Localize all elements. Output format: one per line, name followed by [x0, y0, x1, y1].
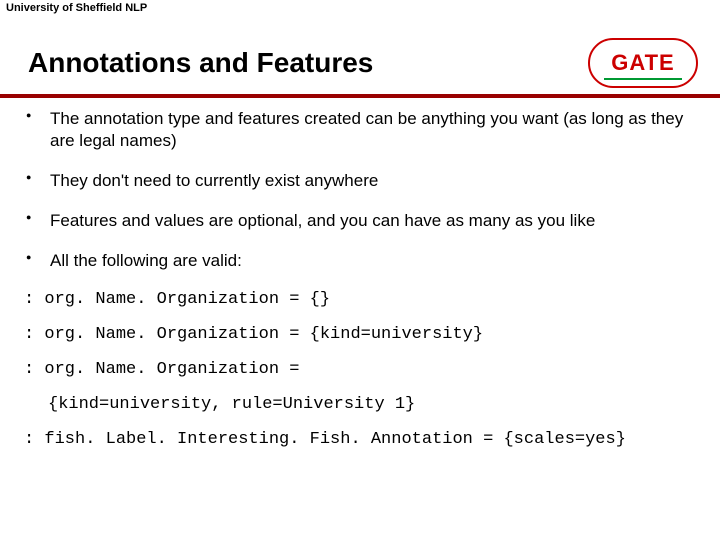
code-line: {kind=university, rule=University 1} — [20, 395, 700, 414]
code-line: : fish. Label. Interesting. Fish. Annota… — [20, 430, 700, 449]
title-row: Annotations and Features GATE — [0, 38, 720, 88]
gate-logo-text: GATE — [611, 50, 674, 76]
code-line: : org. Name. Organization = {kind=univer… — [20, 325, 700, 344]
bullet-item: The annotation type and features created… — [20, 108, 700, 152]
divider — [0, 94, 720, 98]
header-affiliation: University of Sheffield NLP — [0, 0, 720, 18]
code-examples: : org. Name. Organization = {} : org. Na… — [20, 290, 700, 449]
bullet-item: They don't need to currently exist anywh… — [20, 170, 700, 192]
code-line: : org. Name. Organization = — [20, 360, 700, 379]
slide-title: Annotations and Features — [28, 47, 373, 79]
gate-logo: GATE — [588, 38, 698, 88]
bullet-item: Features and values are optional, and yo… — [20, 210, 700, 232]
code-line: : org. Name. Organization = {} — [20, 290, 700, 309]
bullet-item: All the following are valid: — [20, 250, 700, 272]
slide-content: The annotation type and features created… — [20, 108, 700, 465]
bullet-list: The annotation type and features created… — [20, 108, 700, 272]
